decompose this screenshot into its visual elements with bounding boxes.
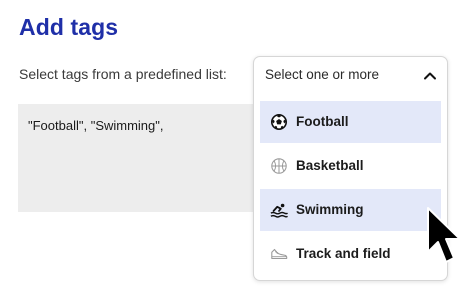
option-track-and-field[interactable]: Track and field: [260, 233, 441, 275]
selected-tags-value: "Football", "Swimming",: [28, 118, 164, 133]
option-label: Basketball: [296, 158, 364, 173]
option-label: Swimming: [296, 202, 364, 217]
tags-dropdown[interactable]: Select one or more Football Basketball S…: [253, 56, 448, 281]
tags-prompt-label: Select tags from a predefined list:: [19, 66, 227, 82]
option-swimming[interactable]: Swimming: [260, 189, 441, 231]
chevron-up-icon[interactable]: [423, 69, 437, 83]
selected-tags-field[interactable]: "Football", "Swimming",: [18, 104, 262, 212]
add-tags-page: Add tags Select tags from a predefined l…: [0, 0, 474, 296]
basketball-icon: [271, 158, 287, 174]
option-label: Track and field: [296, 246, 391, 261]
soccer-ball-icon: [270, 113, 288, 131]
dropdown-header[interactable]: Select one or more: [254, 57, 447, 95]
option-basketball[interactable]: Basketball: [260, 145, 441, 187]
mouse-pointer-icon: [427, 207, 461, 263]
swimmer-icon: [270, 203, 288, 218]
option-label: Football: [296, 114, 349, 129]
dropdown-placeholder: Select one or more: [265, 67, 380, 82]
option-football[interactable]: Football: [260, 101, 441, 143]
page-title: Add tags: [19, 14, 119, 40]
sneaker-icon: [271, 248, 288, 260]
